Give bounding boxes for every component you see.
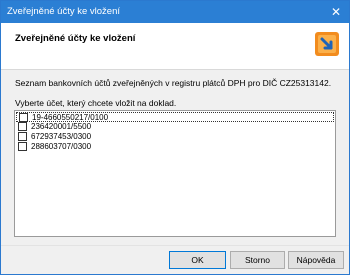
list-item[interactable]: 672937453/0300 xyxy=(16,132,334,142)
title-bar[interactable]: Zveřejněné účty ke vložení ✕ xyxy=(1,1,349,23)
checkbox[interactable] xyxy=(18,132,27,141)
close-button[interactable]: ✕ xyxy=(325,3,347,21)
account-label: 288603707/0300 xyxy=(31,142,92,151)
list-item[interactable]: 236420001/5500 xyxy=(16,122,334,132)
accounts-checklist[interactable]: 19-4660550217/0100 236420001/5500 672937… xyxy=(14,110,336,237)
prompt-text: Vyberte účet, který chcete vložit na dok… xyxy=(15,98,177,108)
account-label: 19-4660550217/0100 xyxy=(32,113,109,122)
checkbox[interactable] xyxy=(19,113,28,122)
checkbox[interactable] xyxy=(18,142,27,151)
window-title: Zveřejněné účty ke vložení xyxy=(7,6,121,17)
list-item[interactable]: 19-4660550217/0100 xyxy=(16,112,334,122)
footer-divider xyxy=(1,245,349,246)
header-title: Zveřejněné účty ke vložení xyxy=(15,33,136,44)
cancel-button[interactable]: Storno xyxy=(230,251,285,269)
help-button[interactable]: Nápověda xyxy=(288,251,344,269)
description-text: Seznam bankovních účtů zveřejněných v re… xyxy=(15,78,332,88)
dialog-header: Zveřejněné účty ke vložení xyxy=(1,23,349,70)
dialog-window: Zveřejněné účty ke vložení ✕ Zveřejněné … xyxy=(0,0,350,275)
account-label: 236420001/5500 xyxy=(31,122,92,131)
insert-accounts-icon xyxy=(315,32,339,56)
account-label: 672937453/0300 xyxy=(31,132,92,141)
list-item[interactable]: 288603707/0300 xyxy=(16,142,334,152)
ok-button[interactable]: OK xyxy=(169,251,226,269)
checkbox[interactable] xyxy=(18,122,27,131)
